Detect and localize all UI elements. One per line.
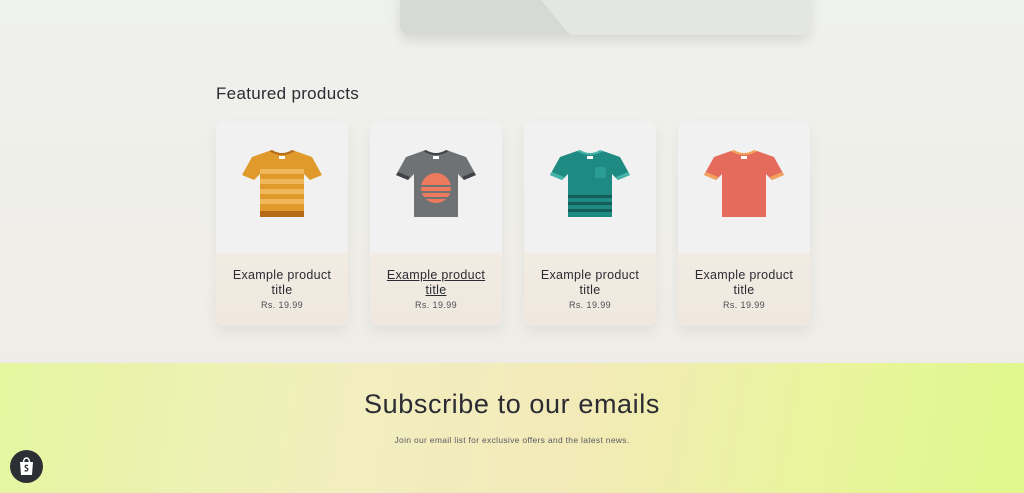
striped-orange-tshirt-icon [242, 150, 322, 217]
gray-sunset-tshirt-icon [396, 150, 476, 217]
newsletter-section: Subscribe to our emails Join our email l… [0, 363, 1024, 493]
product-card-3[interactable]: Example product title Rs. 19.99 [524, 121, 656, 326]
shopify-badge-button[interactable] [10, 450, 43, 483]
product-title-3[interactable]: Example product title [532, 268, 648, 298]
hero-image-card [400, 0, 810, 35]
product-price-3: Rs. 19.99 [568, 300, 612, 310]
product-card-2[interactable]: Example product title Rs. 19.99 [370, 121, 502, 326]
product-title-1[interactable]: Example product title [224, 268, 340, 298]
product-image-2[interactable] [370, 121, 502, 253]
product-card-4[interactable]: Example product title Rs. 19.99 [678, 121, 810, 326]
teal-pocket-tshirt-icon [550, 150, 630, 217]
shopify-bag-icon [20, 457, 33, 475]
newsletter-description: Join our email list for exclusive offers… [394, 435, 630, 445]
product-price-2: Rs. 19.99 [414, 300, 458, 310]
newsletter-title: Subscribe to our emails [364, 389, 660, 419]
coral-tshirt-icon [704, 150, 784, 217]
product-image-1[interactable] [216, 121, 348, 253]
product-image-3[interactable] [524, 121, 656, 253]
product-price-4: Rs. 19.99 [722, 300, 766, 310]
featured-products-heading: Featured products [216, 84, 360, 103]
product-grid: Example product title Rs. 19.99 Example … [216, 121, 810, 327]
product-title-4[interactable]: Example product title [686, 268, 802, 298]
product-price-1: Rs. 19.99 [260, 300, 304, 310]
product-card-1[interactable]: Example product title Rs. 19.99 [216, 121, 348, 326]
product-title-2[interactable]: Example product title [378, 268, 494, 298]
product-image-4[interactable] [678, 121, 810, 253]
hero-image-shade [400, 0, 570, 35]
